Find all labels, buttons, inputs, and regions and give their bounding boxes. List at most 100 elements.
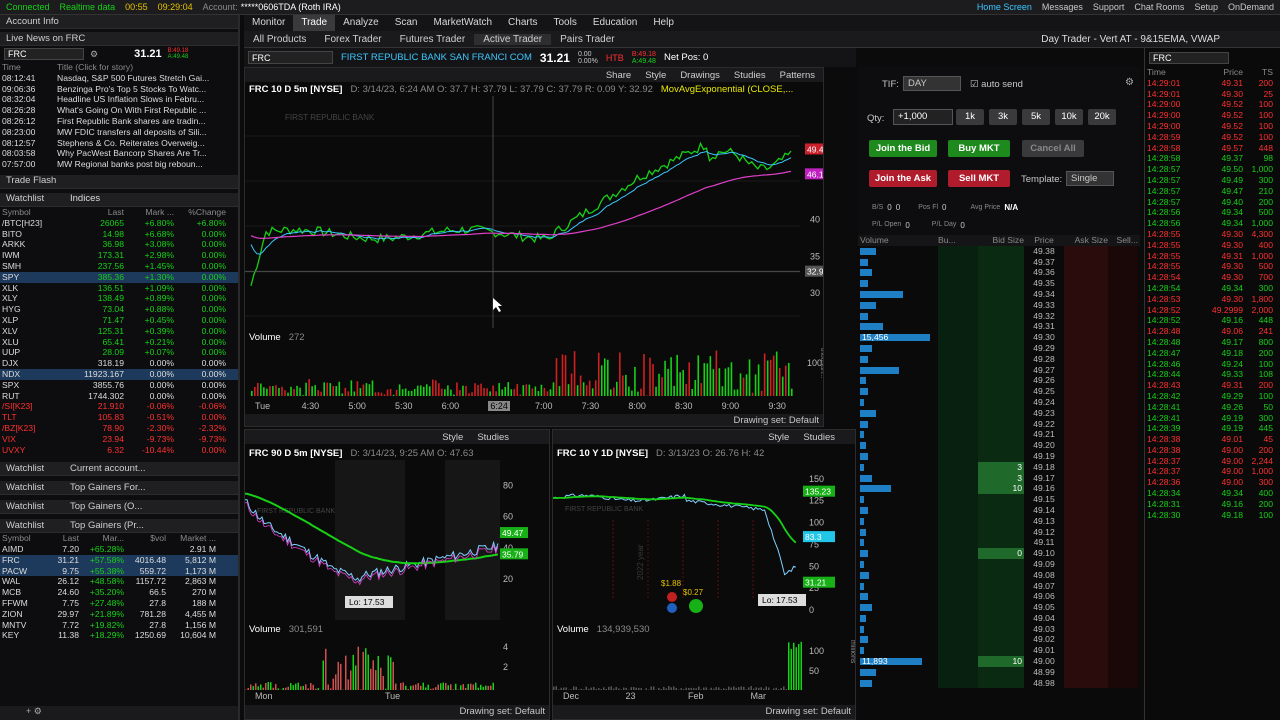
bl-drawing-set[interactable]: Drawing set: Default: [245, 705, 549, 719]
ladder-buy-cell[interactable]: [938, 332, 978, 343]
watchlist-top-gainers-for[interactable]: Watchlist Top Gainers For...: [0, 481, 238, 496]
subtab-forex-trader[interactable]: Forex Trader: [315, 34, 390, 45]
gainer-row[interactable]: MCB 24.60 +35.20% 66.5 270 M: [0, 587, 238, 598]
ondemand-link[interactable]: OnDemand: [1228, 2, 1274, 12]
ts-symbol-input[interactable]: FRC: [1149, 51, 1229, 64]
ladder-ask-size[interactable]: [1064, 440, 1108, 451]
ladder-buy-cell[interactable]: [938, 494, 978, 505]
ladder-buy-cell[interactable]: [938, 310, 978, 322]
ladder-ask-size[interactable]: [1064, 656, 1108, 667]
ladder-row[interactable]: 49.30: [858, 332, 1140, 343]
ladder-bid-size[interactable]: [978, 634, 1024, 646]
ladder-buy-cell[interactable]: [938, 245, 978, 257]
ladder-sell-cell[interactable]: [1108, 375, 1138, 387]
ladder-row[interactable]: 49.33: [858, 299, 1140, 311]
ladder-bid-size[interactable]: [978, 537, 1024, 549]
tif-select[interactable]: DAY: [903, 76, 961, 91]
ladder-bid-size[interactable]: [978, 623, 1024, 635]
qty-input[interactable]: +1,000: [893, 109, 953, 125]
ladder-ask-size[interactable]: [1064, 278, 1108, 289]
qty-preset-button[interactable]: 10k: [1055, 109, 1083, 125]
ladder-bid-size[interactable]: [978, 666, 1024, 678]
ladder-bid-size[interactable]: [978, 612, 1024, 624]
br-style-button[interactable]: Style: [768, 432, 789, 443]
ladder-ask-size[interactable]: [1064, 591, 1108, 603]
ladder-row[interactable]: 49.11: [858, 537, 1140, 549]
ladder-ask-size[interactable]: [1064, 245, 1108, 257]
ladder-bid-size[interactable]: [978, 450, 1024, 462]
ladder-ask-size[interactable]: [1064, 429, 1108, 441]
add-icon[interactable]: +: [26, 706, 31, 716]
ladder-ask-size[interactable]: [1064, 558, 1108, 570]
ladder-sell-cell[interactable]: [1108, 656, 1138, 667]
ladder-sell-cell[interactable]: [1108, 332, 1138, 343]
gainer-row[interactable]: ZION 29.97 +21.89% 781.28 4,455 M: [0, 609, 238, 620]
ladder-buy-cell[interactable]: [938, 612, 978, 624]
ladder-row[interactable]: 3 49.18: [858, 461, 1140, 473]
ladder-row[interactable]: 49.01: [858, 645, 1140, 657]
live-news-header[interactable]: Live News on FRC: [0, 32, 238, 46]
ladder-bid-size[interactable]: [978, 256, 1024, 268]
br-studies-button[interactable]: Studies: [803, 432, 835, 443]
ladder-buy-cell[interactable]: [938, 623, 978, 635]
share-button[interactable]: Share: [606, 70, 631, 81]
ladder-sell-cell[interactable]: [1108, 623, 1138, 635]
studies-button[interactable]: Studies: [734, 70, 766, 81]
settings-icon[interactable]: ⚙: [34, 706, 42, 716]
ladder-buy-cell[interactable]: [938, 515, 978, 527]
watchlist-top-gainers-pr[interactable]: Watchlist Top Gainers (Pr...: [0, 519, 238, 534]
ladder-ask-size[interactable]: [1064, 537, 1108, 549]
ladder-ask-size[interactable]: [1064, 342, 1108, 354]
ladder-bid-size[interactable]: [978, 677, 1024, 689]
gainer-row[interactable]: FFWM 7.75 +27.48% 27.8 188 M: [0, 598, 238, 609]
ladder-sell-cell[interactable]: [1108, 342, 1138, 354]
ladder-row[interactable]: 49.04: [858, 612, 1140, 624]
ladder-bid-size[interactable]: [978, 569, 1024, 581]
ladder-sell-cell[interactable]: [1108, 634, 1138, 646]
ladder-row[interactable]: 10 49.16: [858, 483, 1140, 495]
ladder-sell-cell[interactable]: [1108, 591, 1138, 603]
ladder-buy-cell[interactable]: [938, 299, 978, 311]
watchlist-row[interactable]: UVXY 6.32 -10.44% 0.00%: [0, 445, 238, 456]
auto-send-checkbox[interactable]: ☑ auto send: [970, 79, 1023, 90]
ladder-ask-size[interactable]: [1064, 602, 1108, 613]
ladder-ask-size[interactable]: [1064, 666, 1108, 678]
watchlist-row[interactable]: TLT 105.83 -0.51% 0.00%: [0, 412, 238, 423]
ladder-ask-size[interactable]: [1064, 407, 1108, 419]
ladder-ask-size[interactable]: [1064, 353, 1108, 365]
ladder-row[interactable]: 49.20: [858, 440, 1140, 451]
watchlist-row[interactable]: VIX 23.94 -9.73% -9.73%: [0, 434, 238, 445]
news-item[interactable]: 08:32:04 Headline US Inflation Slows in F…: [0, 94, 238, 105]
watchlist-row[interactable]: /SI[K23] 21.910 -0.06% -0.06%: [0, 401, 238, 412]
ladder-ask-size[interactable]: [1064, 461, 1108, 473]
br-drawing-set[interactable]: Drawing set: Default: [553, 705, 855, 719]
ladder-bid-size[interactable]: [978, 429, 1024, 441]
gainer-row[interactable]: AIMD 7.20 +65.28% 2.91 M: [0, 544, 238, 555]
ladder-sell-cell[interactable]: [1108, 267, 1138, 279]
ladder-ask-size[interactable]: [1064, 515, 1108, 527]
sell-mkt-button[interactable]: Sell MKT: [948, 170, 1010, 187]
ladder-bid-size[interactable]: [978, 245, 1024, 257]
ladder-buy-cell[interactable]: [938, 375, 978, 387]
watchlist-row[interactable]: IWM 173.31 +2.98% 0.00%: [0, 250, 238, 261]
watchlist-selector[interactable]: Indices: [70, 192, 100, 206]
join-bid-button[interactable]: Join the Bid: [869, 140, 937, 157]
ladder-row[interactable]: 49.21: [858, 429, 1140, 441]
ladder-sell-cell[interactable]: [1108, 310, 1138, 322]
ladder-bid-size[interactable]: 10: [978, 483, 1024, 495]
ladder-ask-size[interactable]: [1064, 569, 1108, 581]
ladder-buy-cell[interactable]: [938, 364, 978, 376]
ladder-sell-cell[interactable]: [1108, 396, 1138, 408]
ladder-buy-cell[interactable]: [938, 472, 978, 484]
ladder-ask-size[interactable]: [1064, 634, 1108, 646]
ladder-buy-cell[interactable]: [938, 656, 978, 667]
ladder-sell-cell[interactable]: [1108, 440, 1138, 451]
template-select[interactable]: Single: [1066, 171, 1114, 186]
watchlist-row[interactable]: SMH 237.56 +1.45% 0.00%: [0, 261, 238, 272]
ladder-ask-size[interactable]: [1064, 418, 1108, 430]
ladder-buy-cell[interactable]: [938, 483, 978, 495]
ladder-bid-size[interactable]: [978, 375, 1024, 387]
ladder-ask-size[interactable]: [1064, 396, 1108, 408]
main-price-chart[interactable]: 40 35 30 49.47 46.1 32.92: [245, 96, 824, 328]
ladder-bid-size[interactable]: 10: [978, 656, 1024, 667]
